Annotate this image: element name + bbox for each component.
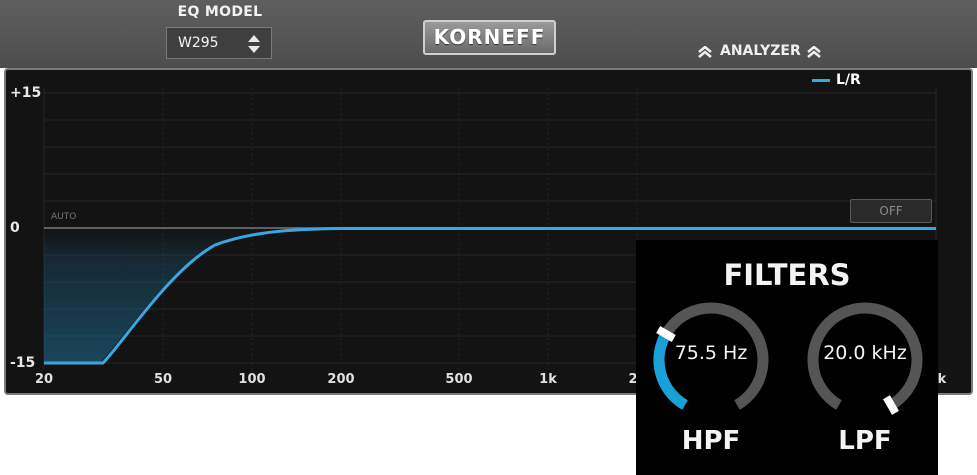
x-tick-label: 500	[445, 372, 473, 387]
x-tick-label: k	[937, 372, 947, 387]
legend-lr: L/R	[812, 72, 861, 88]
x-tick-label: 50	[153, 372, 173, 387]
x-tick-label: 20	[34, 372, 54, 387]
lpf-label: LPF	[838, 426, 892, 456]
y-tick-label: +15	[10, 85, 42, 101]
analyzer-off-button[interactable]: OFF	[850, 199, 932, 223]
legend-swatch	[812, 78, 830, 82]
x-tick-label: 200	[327, 372, 355, 387]
hpf-label: HPF	[681, 426, 741, 456]
x-tick-label: 1k	[539, 372, 557, 387]
curve-fill	[44, 228, 341, 363]
filters-panel: FILTERS 75.5 Hz HPF 20.0 kHz LPF	[636, 240, 938, 475]
y-tick-label: -15	[10, 355, 36, 371]
hpf-knob[interactable]: 75.5 Hz	[649, 298, 773, 422]
hpf-value: 75.5 Hz	[674, 342, 748, 364]
lpf-knob[interactable]: 20.0 kHz	[803, 298, 927, 422]
auto-label: AUTO	[51, 212, 77, 222]
x-tick-label: 100	[238, 372, 266, 387]
lpf-value: 20.0 kHz	[823, 342, 907, 364]
legend-label: L/R	[836, 72, 861, 88]
y-tick-label: 0	[10, 220, 20, 236]
filters-title: FILTERS	[723, 258, 851, 292]
